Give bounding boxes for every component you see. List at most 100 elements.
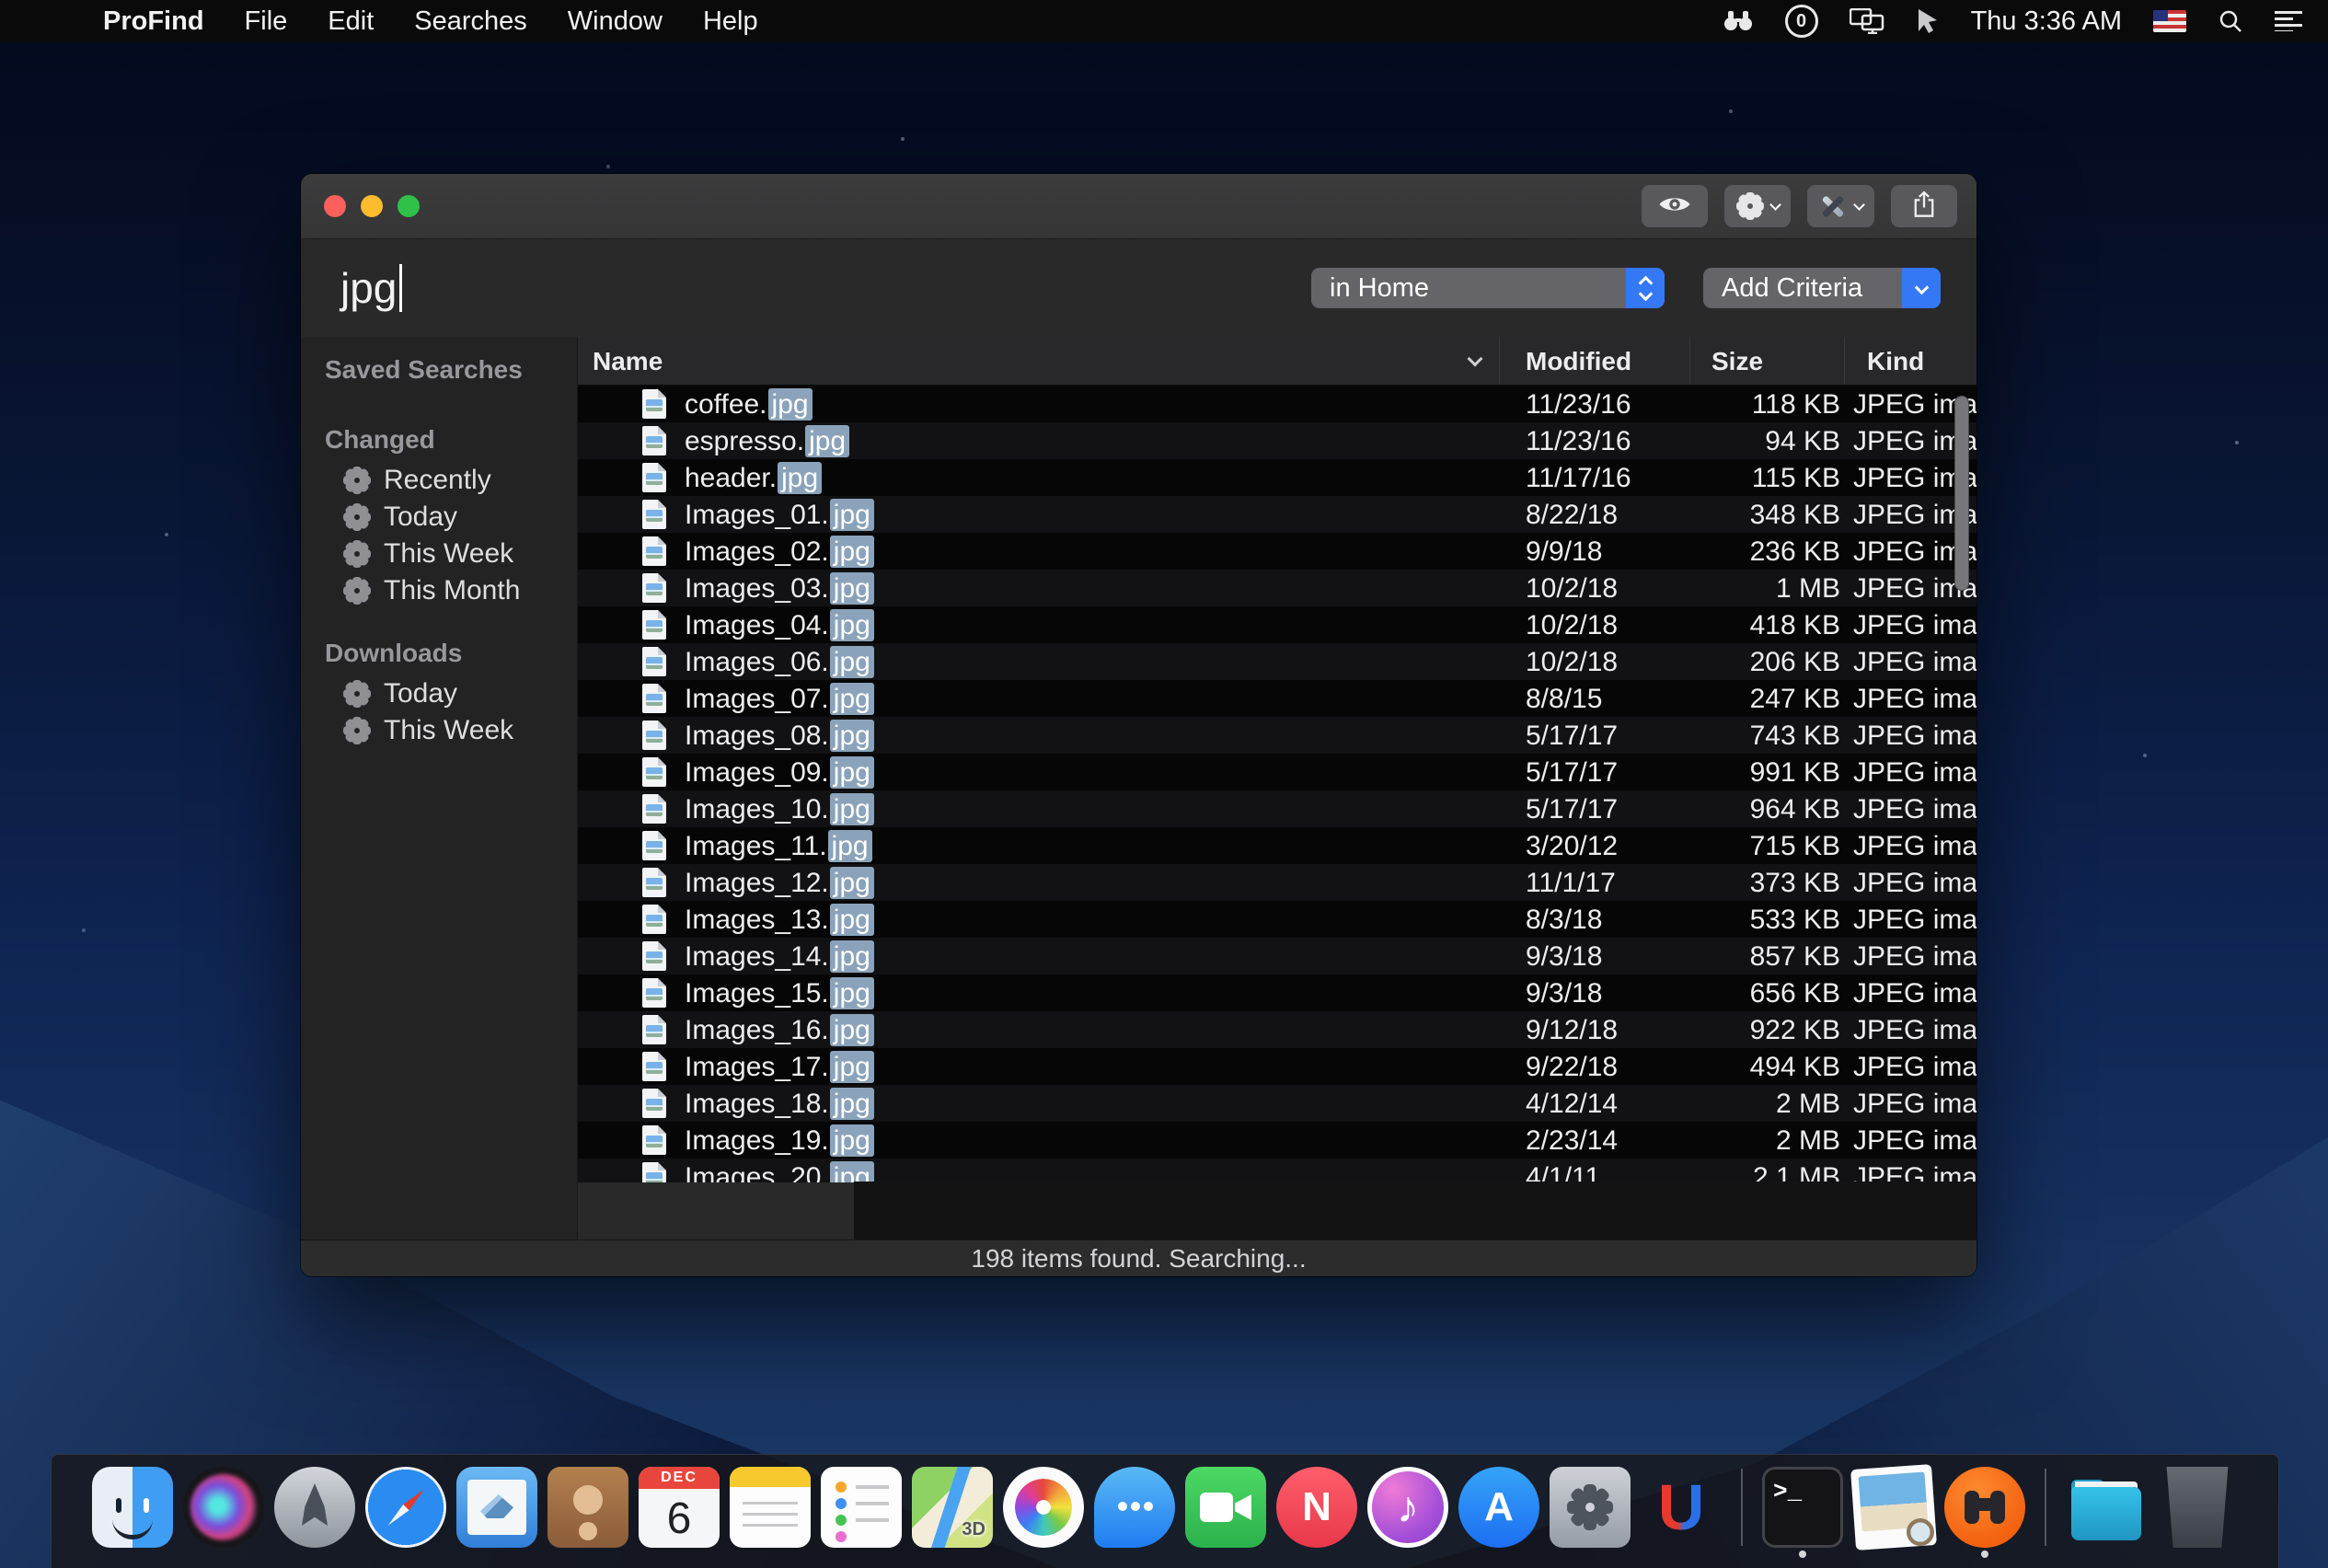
table-row[interactable]: espresso.jpg 11/23/16 94 KB JPEG image xyxy=(578,422,1976,459)
notification-center-icon[interactable] xyxy=(2275,11,2302,31)
table-row[interactable]: Images_19.jpg 2/23/14 2 MB JPEG image xyxy=(578,1122,1976,1159)
table-row[interactable]: Images_09.jpg 5/17/17 991 KB JPEG image xyxy=(578,754,1976,790)
close-button[interactable] xyxy=(324,195,346,217)
sidebar-item-this-month[interactable]: This Month xyxy=(301,572,577,609)
sidebar-item-label: Today xyxy=(384,502,457,533)
table-row[interactable]: header.jpg 11/17/16 115 KB JPEG image xyxy=(578,459,1976,496)
app-store-app-icon[interactable]: A xyxy=(1458,1467,1539,1548)
add-criteria-button[interactable]: Add Criteria xyxy=(1703,268,1941,308)
binoculars-icon[interactable] xyxy=(1723,6,1754,36)
column-header-size[interactable]: Size xyxy=(1711,347,1763,376)
jpeg-file-icon xyxy=(642,1089,666,1118)
sidebar-item-downloads-today[interactable]: Today xyxy=(301,675,577,712)
column-header-name[interactable]: Name xyxy=(593,347,663,376)
launchpad-app-icon[interactable] xyxy=(274,1467,355,1548)
sidebar-item-this-week[interactable]: This Week xyxy=(301,536,577,572)
mail-app-icon[interactable] xyxy=(456,1467,537,1548)
file-modified: 4/12/14 xyxy=(1526,1089,1618,1120)
reminders-app-icon[interactable] xyxy=(821,1467,902,1548)
terminal-app-icon[interactable]: >_ xyxy=(1762,1467,1843,1548)
menu-file[interactable]: File xyxy=(225,6,308,37)
table-row[interactable]: Images_10.jpg 5/17/17 964 KB JPEG image xyxy=(578,790,1976,827)
menu-clock[interactable]: Thu 3:36 AM xyxy=(1971,6,2122,37)
title-bar[interactable] xyxy=(301,174,1976,239)
file-kind: JPEG image xyxy=(1853,831,1976,862)
column-header-modified[interactable]: Modified xyxy=(1526,347,1631,376)
menu-app-name[interactable]: ProFind xyxy=(83,6,225,37)
file-name: coffee.jpg xyxy=(685,389,812,421)
displays-icon[interactable] xyxy=(1850,6,1884,36)
search-match-highlight: jpg xyxy=(830,867,874,899)
spotlight-icon[interactable] xyxy=(2218,6,2243,36)
table-row[interactable]: Images_15.jpg 9/3/18 656 KB JPEG image xyxy=(578,974,1976,1011)
table-row[interactable]: Images_17.jpg 9/22/18 494 KB JPEG image xyxy=(578,1048,1976,1085)
sidebar-item-today[interactable]: Today xyxy=(301,499,577,536)
quick-look-button[interactable] xyxy=(1642,185,1708,227)
table-row[interactable]: Images_04.jpg 10/2/18 418 KB JPEG image xyxy=(578,606,1976,643)
siri-app-icon[interactable] xyxy=(183,1467,264,1548)
photos-app-icon[interactable] xyxy=(1003,1467,1084,1548)
news-app-icon[interactable]: N xyxy=(1276,1467,1357,1548)
file-modified: 3/20/12 xyxy=(1526,831,1618,862)
profind-app-icon[interactable] xyxy=(1944,1467,2025,1548)
table-row[interactable]: Images_02.jpg 9/9/18 236 KB JPEG image xyxy=(578,533,1976,570)
us-flag-icon[interactable] xyxy=(2153,10,2186,32)
contacts-app-icon[interactable] xyxy=(547,1467,628,1548)
table-row[interactable]: Images_16.jpg 9/12/18 922 KB JPEG image xyxy=(578,1011,1976,1048)
search-input[interactable]: jpg xyxy=(340,263,402,313)
table-row[interactable]: Images_20.jpg 4/1/11 2.1 MB JPEG image xyxy=(578,1159,1976,1182)
menu-searches[interactable]: Searches xyxy=(394,6,547,37)
vertical-scrollbar[interactable] xyxy=(1954,396,1969,591)
photo-viewer-app-icon[interactable] xyxy=(1850,1464,1937,1551)
sidebar-item-label: This Week xyxy=(384,538,513,570)
sidebar-item-recently[interactable]: Recently xyxy=(301,462,577,499)
menu-help[interactable]: Help xyxy=(683,6,778,37)
messages-app-icon[interactable] xyxy=(1094,1467,1175,1548)
sort-indicator-icon[interactable] xyxy=(1468,352,1483,367)
file-kind: JPEG image xyxy=(1853,610,1976,641)
system-preferences-app-icon[interactable] xyxy=(1550,1467,1631,1548)
table-row[interactable]: Images_06.jpg 10/2/18 206 KB JPEG image xyxy=(578,643,1976,680)
file-modified: 11/1/17 xyxy=(1526,868,1616,899)
zoom-button[interactable] xyxy=(398,195,420,217)
minimize-button[interactable] xyxy=(361,195,383,217)
menu-window[interactable]: Window xyxy=(547,6,683,37)
notes-app-icon[interactable] xyxy=(730,1467,811,1548)
table-row[interactable]: Images_03.jpg 10/2/18 1 MB JPEG image xyxy=(578,570,1976,606)
file-kind: JPEG image xyxy=(1853,647,1976,678)
sidebar-item-downloads-this-week[interactable]: This Week xyxy=(301,712,577,749)
search-scope-popup[interactable]: in Home xyxy=(1311,268,1665,308)
table-row[interactable]: Images_12.jpg 11/1/17 373 KB JPEG image xyxy=(578,864,1976,901)
share-button[interactable] xyxy=(1891,185,1957,227)
column-header-kind[interactable]: Kind xyxy=(1867,347,1924,376)
file-modified: 8/22/18 xyxy=(1526,500,1618,531)
itunes-app-icon[interactable]: ♪ xyxy=(1367,1467,1448,1548)
jpeg-file-icon xyxy=(642,1052,666,1081)
table-row[interactable]: Images_01.jpg 8/22/18 348 KB JPEG image xyxy=(578,496,1976,533)
action-menu-button[interactable] xyxy=(1724,185,1791,227)
facetime-app-icon[interactable] xyxy=(1185,1467,1266,1548)
file-size: 247 KB xyxy=(1750,684,1840,715)
finder-app-icon[interactable] xyxy=(92,1467,173,1548)
menu-edit[interactable]: Edit xyxy=(307,6,394,37)
table-row[interactable]: Images_18.jpg 4/12/14 2 MB JPEG image xyxy=(578,1085,1976,1122)
zero-badge-icon[interactable]: 0 xyxy=(1785,5,1818,38)
table-row[interactable]: Images_07.jpg 8/8/15 247 KB JPEG image xyxy=(578,680,1976,717)
table-row[interactable]: Images_14.jpg 9/3/18 857 KB JPEG image xyxy=(578,938,1976,974)
table-row[interactable]: Images_13.jpg 8/3/18 533 KB JPEG image xyxy=(578,901,1976,938)
tools-menu-button[interactable] xyxy=(1807,185,1874,227)
safari-app-icon[interactable] xyxy=(365,1467,446,1548)
table-row[interactable]: coffee.jpg 11/23/16 118 KB JPEG image xyxy=(578,386,1976,422)
trash-app-icon[interactable] xyxy=(2157,1467,2238,1548)
running-indicator xyxy=(1799,1551,1806,1558)
file-kind: JPEG image xyxy=(1853,794,1976,825)
table-row[interactable]: Images_11.jpg 3/20/12 715 KB JPEG image xyxy=(578,827,1976,864)
table-row[interactable]: Images_08.jpg 5/17/17 743 KB JPEG image xyxy=(578,717,1976,754)
running-indicator xyxy=(1981,1551,1988,1558)
calendar-app-icon[interactable]: DEC6 xyxy=(639,1467,720,1548)
downloads-folder-app-icon[interactable] xyxy=(2066,1467,2147,1548)
jpeg-file-icon xyxy=(642,573,666,603)
maps-app-icon[interactable]: 3D xyxy=(912,1467,993,1548)
magnet-app-icon[interactable]: U xyxy=(1641,1467,1722,1548)
cursor-icon[interactable] xyxy=(1916,6,1940,36)
